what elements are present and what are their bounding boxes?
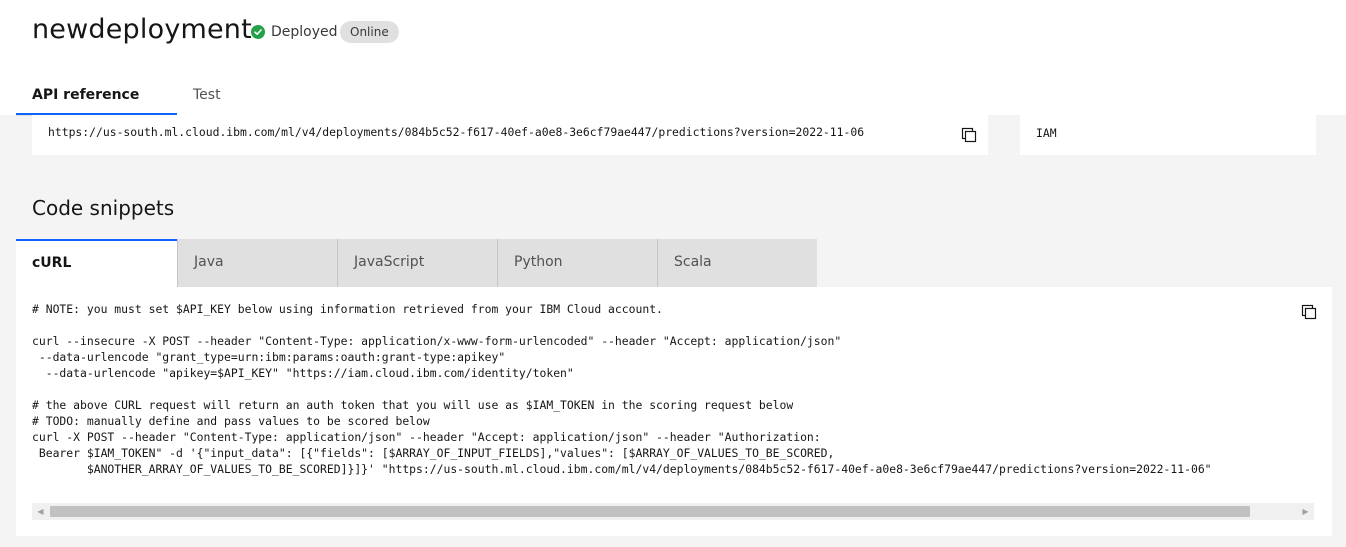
auth-method-field: IAM: [1020, 115, 1316, 155]
scroll-right-arrow-icon[interactable]: ▶: [1297, 503, 1314, 520]
tab-java[interactable]: Java: [177, 239, 337, 287]
endpoint-url[interactable]: https://us-south.ml.cloud.ibm.com/ml/v4/…: [48, 125, 950, 139]
tab-javascript[interactable]: JavaScript: [337, 239, 497, 287]
code-snippets-title: Code snippets: [32, 196, 175, 220]
code-language-tabs: cURL Java JavaScript Python Scala: [16, 239, 817, 287]
copy-code-button[interactable]: [1300, 303, 1318, 321]
horizontal-scrollbar[interactable]: ◀ ▶: [32, 503, 1314, 520]
scrollbar-thumb[interactable]: [50, 506, 1250, 517]
tab-curl[interactable]: cURL: [16, 239, 177, 287]
status-label: Deployed: [271, 24, 338, 40]
copy-icon: [961, 127, 977, 143]
code-snippet[interactable]: # NOTE: you must set $API_KEY below usin…: [32, 301, 1314, 487]
status-badge: Online: [340, 21, 399, 43]
deployment-status: Deployed: [251, 24, 338, 40]
auth-method: IAM: [1036, 126, 1057, 140]
tab-python[interactable]: Python: [497, 239, 657, 287]
copy-icon: [1301, 304, 1317, 320]
deployment-title: newdeployment: [32, 14, 252, 45]
endpoint-url-field: https://us-south.ml.cloud.ibm.com/ml/v4/…: [32, 115, 988, 155]
tab-api-reference[interactable]: API reference: [16, 77, 177, 115]
scroll-left-arrow-icon[interactable]: ◀: [32, 503, 49, 520]
page-header: newdeployment Deployed Online API refere…: [0, 0, 1346, 116]
code-snippet-panel: # NOTE: you must set $API_KEY below usin…: [16, 287, 1332, 536]
checkmark-filled-icon: [251, 25, 265, 39]
tab-test[interactable]: Test: [177, 77, 338, 115]
tab-scala[interactable]: Scala: [657, 239, 817, 287]
copy-endpoint-button[interactable]: [960, 126, 978, 144]
top-tab-bar: API reference Test: [16, 77, 338, 116]
